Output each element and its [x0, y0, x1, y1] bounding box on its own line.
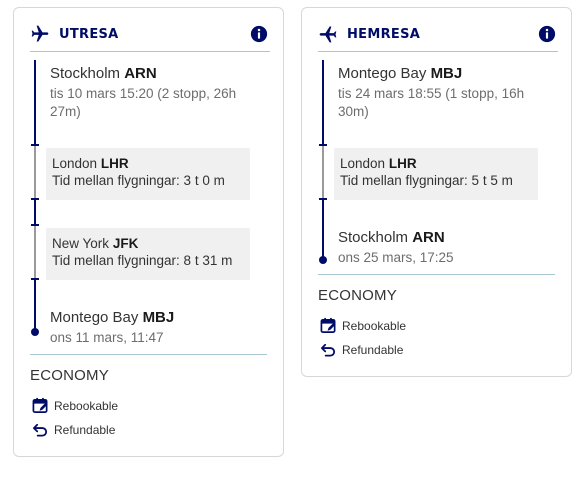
- layover-city: London: [340, 156, 386, 171]
- feature-label: Rebookable: [342, 319, 407, 333]
- arrival-code: MBJ: [142, 309, 175, 326]
- layover-time: Tid mellan flygningar: 5 t 5 m: [340, 173, 513, 188]
- outbound-arrival: Montego Bay MBJ ons 11 mars, 11:47: [50, 309, 265, 347]
- inbound-timeline: [318, 60, 328, 270]
- departure-city: Stockholm: [50, 65, 121, 82]
- feature-rebookable: Rebookable: [32, 397, 232, 415]
- arrival-meta: ons 11 mars, 11:47: [50, 330, 164, 345]
- departure-code: ARN: [124, 65, 157, 82]
- cabin-class: ECONOMY: [30, 367, 109, 384]
- arrival-meta: ons 25 mars, 17:25: [338, 250, 454, 265]
- layover-code: JFK: [112, 236, 139, 251]
- departure-meta: tis 24 mars 18:55 (1 stopp, 16h 30m): [338, 86, 525, 119]
- inbound-card: HEMRESA Montego Bay MBJ tis 24 mars 18:5…: [301, 7, 572, 377]
- outbound-departure: Stockholm ARN tis 10 mars 15:20 (2 stopp…: [50, 65, 265, 121]
- outbound-timeline: [30, 60, 40, 340]
- layover-code: LHR: [388, 156, 417, 171]
- inbound-departure: Montego Bay MBJ tis 24 mars 18:55 (1 sto…: [338, 65, 553, 121]
- divider: [30, 354, 267, 355]
- feature-label: Refundable: [54, 423, 116, 437]
- plane-icon: [319, 26, 337, 43]
- arrival-city: Stockholm: [338, 229, 409, 246]
- outbound-card: UTRESA Stockholm ARN tis 10 mars 15:20 (…: [13, 7, 284, 457]
- inbound-arrival: Stockholm ARN ons 25 mars, 17:25: [338, 229, 553, 267]
- calendar-edit-icon: [32, 397, 48, 413]
- divider: [318, 274, 555, 275]
- layover-panel: London LHR Tid mellan flygningar: 5 t 5 …: [334, 148, 538, 200]
- departure-code: MBJ: [430, 65, 463, 82]
- inbound-header: HEMRESA: [318, 24, 558, 52]
- feature-refundable: Refundable: [320, 341, 520, 359]
- calendar-edit-icon: [320, 317, 336, 333]
- info-icon[interactable]: [250, 25, 268, 43]
- layover-time: Tid mellan flygningar: 3 t 0 m: [52, 173, 225, 188]
- layover-time: Tid mellan flygningar: 8 t 31 m: [52, 253, 233, 268]
- layover-panel: London LHR Tid mellan flygningar: 3 t 0 …: [46, 148, 250, 200]
- feature-label: Rebookable: [54, 399, 119, 413]
- cabin-class: ECONOMY: [318, 287, 397, 304]
- feature-rebookable: Rebookable: [320, 317, 520, 335]
- feature-label: Refundable: [342, 343, 404, 357]
- plane-icon: [31, 25, 49, 42]
- arrival-code: ARN: [412, 229, 445, 246]
- outbound-title: UTRESA: [59, 27, 119, 42]
- layover-panel: New York JFK Tid mellan flygningar: 8 t …: [46, 228, 250, 280]
- inbound-title: HEMRESA: [347, 27, 421, 42]
- arrival-city: Montego Bay: [50, 309, 139, 326]
- layover-code: LHR: [100, 156, 129, 171]
- undo-arrow-icon: [320, 343, 336, 357]
- info-icon[interactable]: [538, 25, 556, 43]
- feature-refundable: Refundable: [32, 421, 232, 439]
- layover-city: New York: [52, 236, 110, 251]
- undo-arrow-icon: [32, 423, 48, 437]
- departure-meta: tis 10 mars 15:20 (2 stopp, 26h 27m): [50, 86, 237, 119]
- layover-city: London: [52, 156, 98, 171]
- departure-city: Montego Bay: [338, 65, 427, 82]
- outbound-header: UTRESA: [30, 24, 270, 52]
